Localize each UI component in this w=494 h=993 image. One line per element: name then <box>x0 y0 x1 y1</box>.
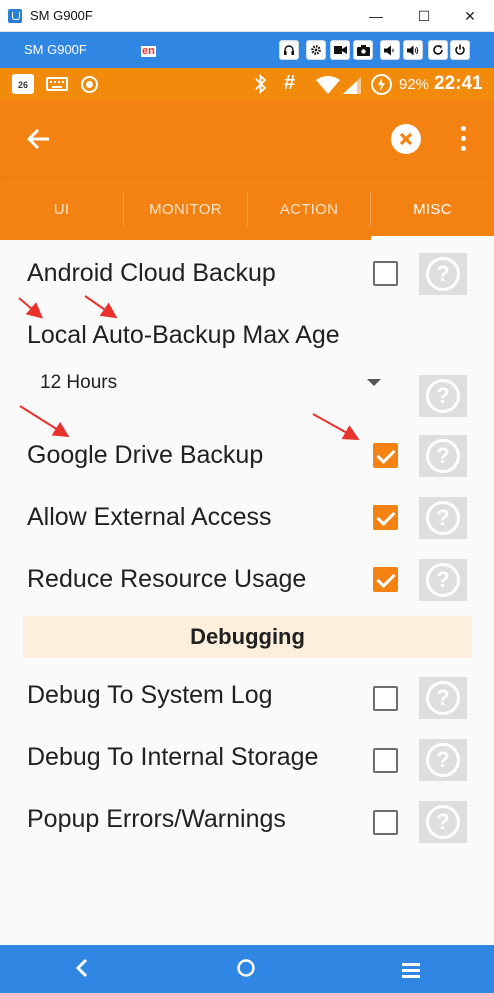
annotation-arrow <box>312 413 360 440</box>
annotation-arrow <box>19 405 70 438</box>
nav-menu-icon[interactable] <box>402 959 420 985</box>
annotation-arrows <box>18 295 360 440</box>
annotation-arrow <box>84 295 118 319</box>
nav-back-icon[interactable] <box>74 957 90 985</box>
annotation-arrow <box>18 297 44 319</box>
nav-home-icon[interactable] <box>236 958 256 984</box>
navigation-bar <box>0 945 494 993</box>
